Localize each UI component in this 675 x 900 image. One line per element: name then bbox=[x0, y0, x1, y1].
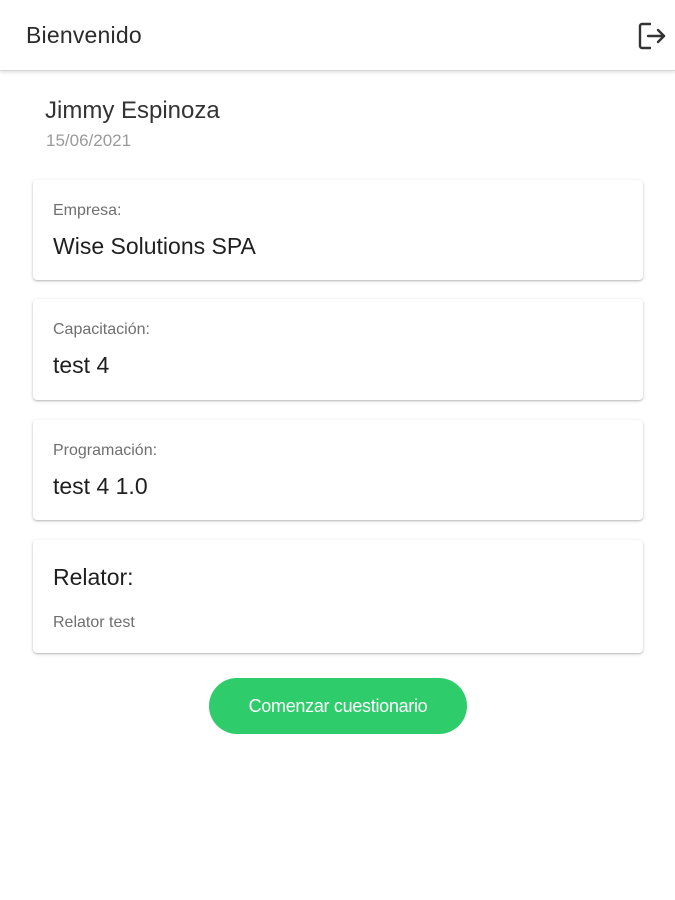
logout-icon bbox=[638, 22, 666, 50]
capacitacion-value: test 4 bbox=[53, 352, 110, 378]
relator-value: Relator test bbox=[53, 614, 135, 631]
logout-button[interactable] bbox=[634, 18, 670, 54]
empresa-value: Wise Solutions SPA bbox=[53, 233, 256, 259]
programacion-card: Programación: test 4 1.0 bbox=[33, 420, 643, 520]
programacion-label: Programación: bbox=[53, 442, 158, 459]
app-header: Bienvenido bbox=[0, 0, 675, 71]
page-title: Bienvenido bbox=[26, 22, 142, 48]
user-name: Jimmy Espinoza bbox=[45, 97, 220, 124]
relator-card: Relator: Relator test bbox=[33, 540, 643, 653]
programacion-value: test 4 1.0 bbox=[53, 473, 148, 499]
empresa-label: Empresa: bbox=[53, 202, 122, 219]
capacitacion-label: Capacitación: bbox=[53, 321, 150, 338]
user-date: 15/06/2021 bbox=[46, 131, 132, 150]
start-questionnaire-button[interactable]: Comenzar cuestionario bbox=[209, 678, 467, 734]
relator-heading: Relator: bbox=[53, 564, 134, 590]
capacitacion-card: Capacitación: test 4 bbox=[33, 299, 643, 400]
empresa-card: Empresa: Wise Solutions SPA bbox=[33, 180, 643, 280]
